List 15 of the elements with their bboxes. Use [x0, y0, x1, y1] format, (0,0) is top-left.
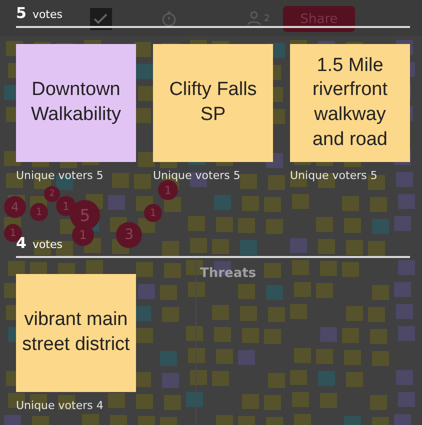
checkbox-tool-icon[interactable]	[90, 8, 112, 30]
sticky-note[interactable]: 1.5 Mile riverfront walkway and road	[290, 44, 410, 162]
timer-icon[interactable]	[160, 10, 178, 28]
sticky-note[interactable]: vibrant main street district	[16, 274, 136, 392]
sticky-note[interactable]: Downtown Walkability	[16, 44, 136, 162]
sticky-note[interactable]: Clifty Falls SP	[153, 44, 273, 162]
votes-label: votes	[32, 8, 62, 21]
unique-voters-label: Unique voters 5	[290, 169, 378, 182]
user-icon[interactable]	[245, 9, 263, 27]
unique-voters-label: Unique voters 5	[16, 169, 104, 182]
frame-title: Threats	[200, 266, 256, 281]
unique-voters-label: Unique voters 5	[153, 169, 240, 182]
vote-count: 5	[16, 4, 26, 22]
unique-voters-label: Unique voters 4	[16, 399, 104, 412]
votes-label: votes	[32, 238, 62, 251]
